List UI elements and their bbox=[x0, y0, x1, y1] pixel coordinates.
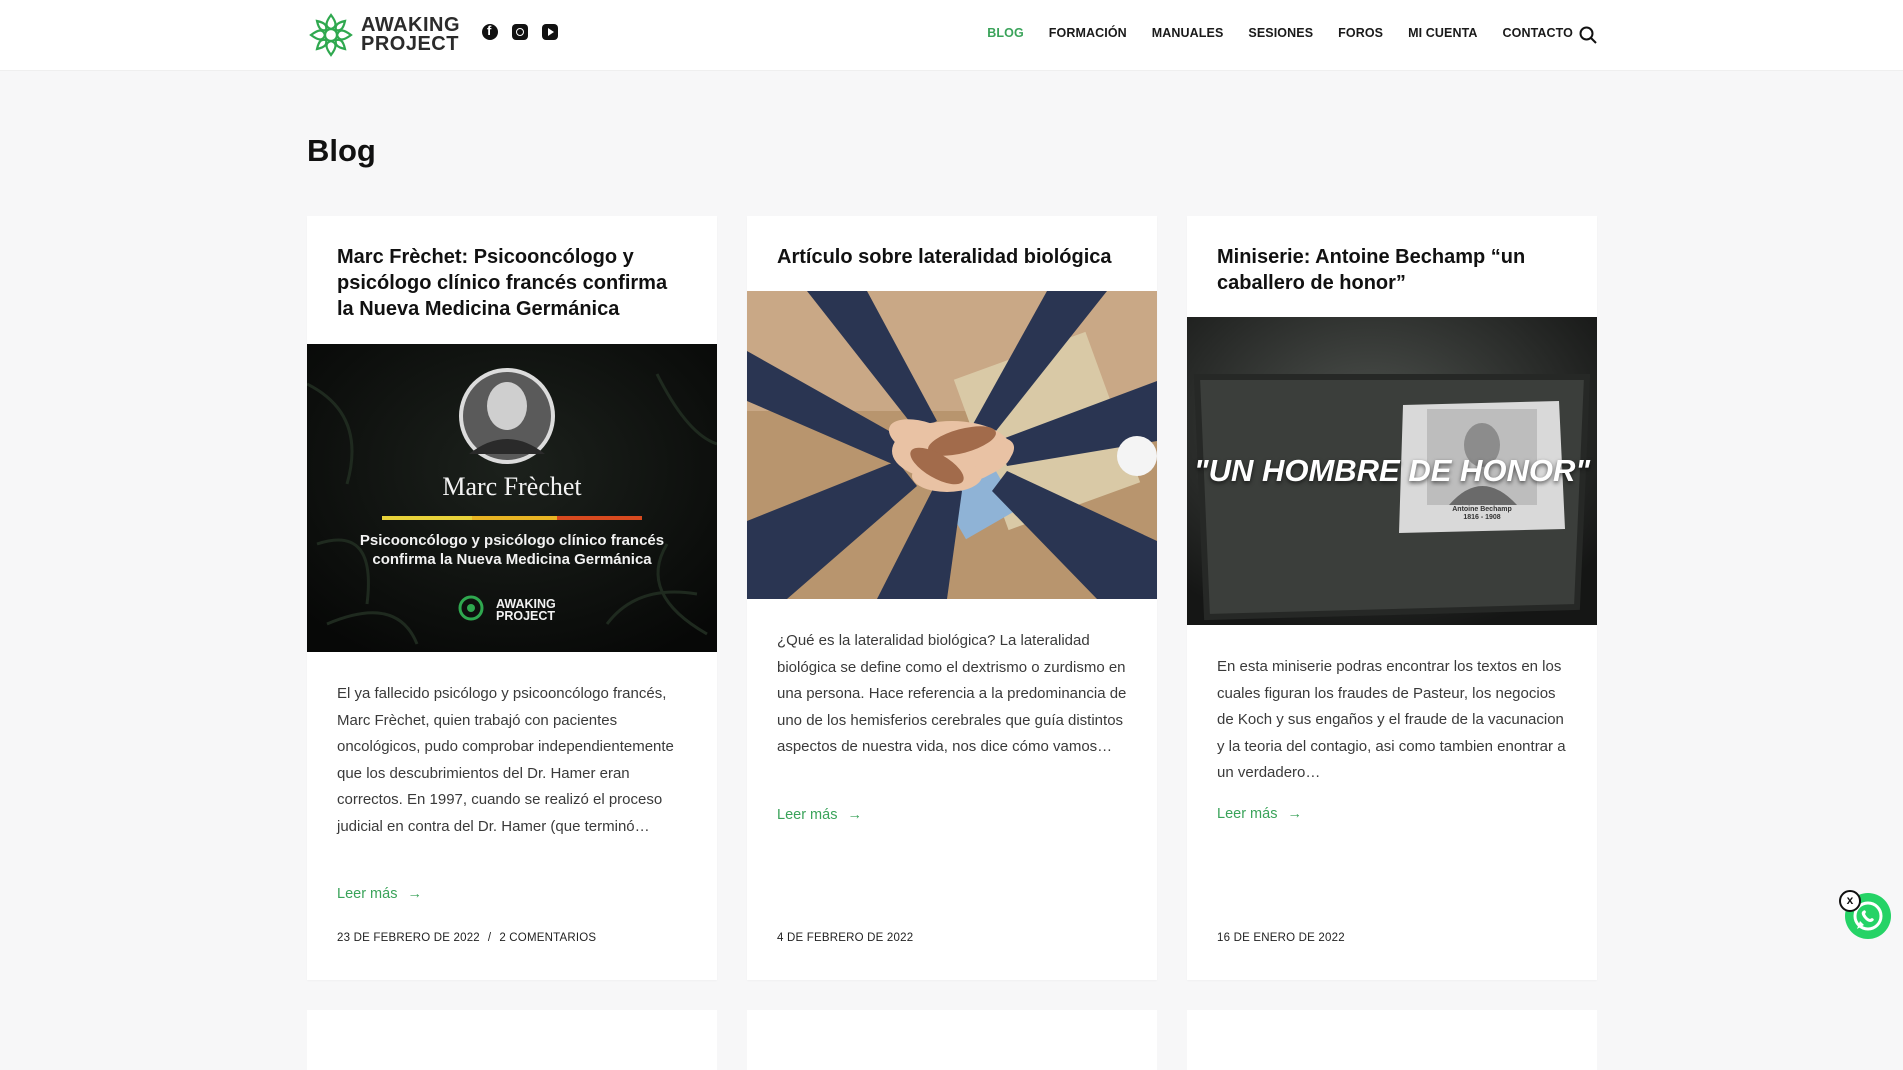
post-meta: 16 DE ENERO DE 2022 bbox=[1217, 932, 1345, 944]
post-card: Artículo sobre lateralidad biológica ¿Qu… bbox=[747, 216, 1157, 980]
image-logo-line-2: PROJECT bbox=[496, 609, 556, 623]
read-more-link[interactable]: Leer más → bbox=[1217, 806, 1302, 822]
read-more-label: Leer más bbox=[337, 886, 398, 902]
youtube-icon[interactable] bbox=[542, 24, 558, 40]
read-more-link[interactable]: Leer más → bbox=[777, 807, 862, 823]
image-name: Marc Frèchet bbox=[442, 472, 582, 501]
post-title[interactable]: Marc Frèchet: Psicooncólogo y psicólogo … bbox=[337, 244, 687, 322]
meta-separator: / bbox=[487, 932, 492, 944]
logo-text: AWAKING PROJECT bbox=[361, 15, 460, 55]
post-card-partial bbox=[1187, 1010, 1597, 1070]
post-meta: 4 DE FEBRERO DE 2022 bbox=[777, 932, 913, 944]
post-thumbnail[interactable]: "UN HOMBRE DE HONOR" Antoine Bechamp 181… bbox=[1187, 317, 1597, 625]
site-logo[interactable]: AWAKING PROJECT bbox=[307, 11, 460, 59]
post-card: Miniserie: Antoine Bechamp “un caballero… bbox=[1187, 216, 1597, 980]
image-line-2: confirma la Nueva Medicina Germánica bbox=[372, 551, 652, 568]
nav-formacion[interactable]: FORMACIÓN bbox=[1049, 26, 1127, 40]
search-icon[interactable] bbox=[1579, 26, 1597, 44]
read-more-label: Leer más bbox=[777, 807, 838, 823]
post-card-partial bbox=[747, 1010, 1157, 1070]
post-comments[interactable]: 2 COMENTARIOS bbox=[499, 932, 596, 944]
logo-mandala-icon bbox=[309, 13, 353, 57]
post-date: 23 DE FEBRERO DE 2022 bbox=[337, 932, 480, 944]
post-excerpt: ¿Qué es la lateralidad biológica? La lat… bbox=[777, 632, 1127, 755]
image-logo-text: AWAKING PROJECT bbox=[496, 598, 556, 623]
post-thumbnail[interactable]: Marc Frèchet Psicooncólogo y psicólogo c… bbox=[307, 344, 717, 652]
site-header: AWAKING PROJECT BLOG FORMACIÓN MANUALES … bbox=[0, 0, 1903, 71]
arrow-right-icon: → bbox=[1287, 806, 1302, 822]
image-photo-caption: Antoine Bechamp 1816 - 1908 bbox=[1415, 506, 1549, 522]
post-date: 16 DE ENERO DE 2022 bbox=[1217, 932, 1345, 944]
page-title: Blog bbox=[307, 133, 376, 168]
nav-contacto[interactable]: CONTACTO bbox=[1503, 26, 1573, 40]
post-meta: 23 DE FEBRERO DE 2022 / 2 COMENTARIOS bbox=[337, 932, 596, 944]
post-excerpt: En esta miniserie podras encontrar los t… bbox=[1217, 658, 1566, 781]
post-card-partial bbox=[307, 1010, 717, 1070]
image-caption: "UN HOMBRE DE HONOR" bbox=[1193, 453, 1591, 488]
whatsapp-close-button[interactable]: x bbox=[1839, 890, 1861, 912]
post-excerpt: El ya fallecido psicólogo y psicooncólog… bbox=[337, 685, 674, 835]
read-more-label: Leer más bbox=[1217, 806, 1278, 822]
post-date: 4 DE FEBRERO DE 2022 bbox=[777, 932, 914, 944]
read-more-link[interactable]: Leer más → bbox=[337, 886, 422, 902]
nav-mi-cuenta[interactable]: MI CUENTA bbox=[1408, 26, 1477, 40]
post-thumbnail[interactable] bbox=[747, 291, 1157, 599]
image-photo-caption-1: Antoine Bechamp bbox=[1452, 506, 1512, 513]
social-links bbox=[482, 23, 558, 40]
nav-foros[interactable]: FOROS bbox=[1338, 26, 1383, 40]
arrow-right-icon: → bbox=[407, 886, 422, 902]
post-card: Marc Frèchet: Psicooncólogo y psicólogo … bbox=[307, 216, 717, 980]
instagram-icon[interactable] bbox=[512, 24, 528, 40]
post-title[interactable]: Artículo sobre lateralidad biológica bbox=[777, 244, 1127, 270]
image-photo-caption-2: 1816 - 1908 bbox=[1463, 514, 1501, 521]
nav-manuales[interactable]: MANUALES bbox=[1152, 26, 1224, 40]
hands-together-image bbox=[747, 291, 1157, 599]
main-nav: BLOG FORMACIÓN MANUALES SESIONES FOROS M… bbox=[987, 26, 1573, 40]
nav-blog[interactable]: BLOG bbox=[987, 26, 1024, 40]
post-title[interactable]: Miniserie: Antoine Bechamp “un caballero… bbox=[1217, 244, 1567, 296]
logo-line-2: PROJECT bbox=[361, 33, 459, 55]
nav-sesiones[interactable]: SESIONES bbox=[1248, 26, 1313, 40]
facebook-icon[interactable] bbox=[482, 23, 498, 40]
image-line-1: Psicooncólogo y psicólogo clínico francé… bbox=[359, 532, 665, 549]
arrow-right-icon: → bbox=[847, 807, 862, 823]
